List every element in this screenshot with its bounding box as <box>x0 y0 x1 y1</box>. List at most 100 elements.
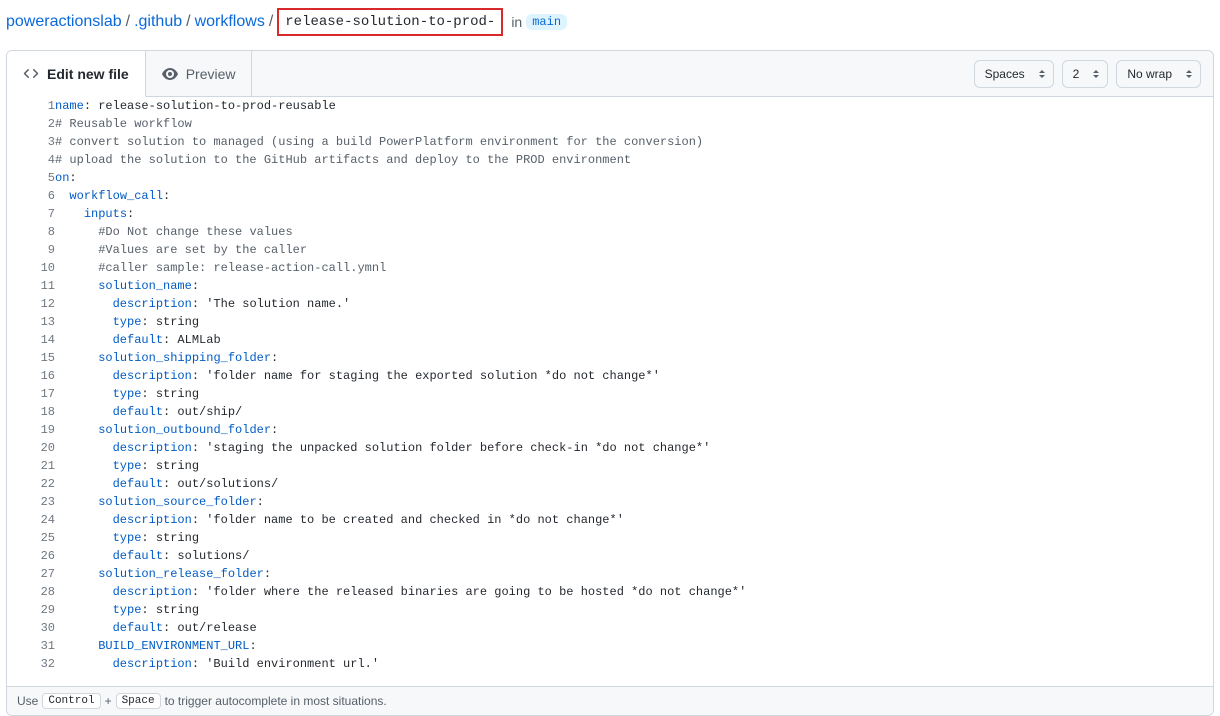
line-content[interactable]: default: out/solutions/ <box>55 475 1213 493</box>
line-content[interactable]: #caller sample: release-action-call.ymnl <box>55 259 1213 277</box>
line-number: 28 <box>7 583 55 601</box>
wrap-mode-select[interactable]: No wrap <box>1116 60 1201 88</box>
code-line: 15 solution_shipping_folder: <box>7 349 1213 367</box>
code-line: 16 description: 'folder name for staging… <box>7 367 1213 385</box>
line-number: 30 <box>7 619 55 637</box>
indent-size-select[interactable]: 2 <box>1062 60 1109 88</box>
code-line: 32 description: 'Build environment url.' <box>7 655 1213 673</box>
line-content[interactable]: # convert solution to managed (using a b… <box>55 133 1213 151</box>
line-content[interactable]: default: out/release <box>55 619 1213 637</box>
line-content[interactable]: solution_source_folder: <box>55 493 1213 511</box>
line-content[interactable]: type: string <box>55 457 1213 475</box>
line-content[interactable]: description: 'folder name for staging th… <box>55 367 1213 385</box>
line-content[interactable]: solution_release_folder: <box>55 565 1213 583</box>
line-number: 22 <box>7 475 55 493</box>
code-line: 21 type: string <box>7 457 1213 475</box>
in-label: in <box>511 14 522 30</box>
breadcrumb-folder2[interactable]: workflows <box>195 13 265 31</box>
line-content[interactable]: workflow_call: <box>55 187 1213 205</box>
filename-input[interactable]: release-solution-to-prod- <box>277 8 503 36</box>
tab-preview[interactable]: Preview <box>146 51 253 97</box>
line-content[interactable]: description: 'Build environment url.' <box>55 655 1213 673</box>
indent-mode-select[interactable]: Spaces <box>974 60 1054 88</box>
line-content[interactable]: description: 'The solution name.' <box>55 295 1213 313</box>
chevron-updown-icon <box>1093 70 1099 78</box>
code-line: 20 description: 'staging the unpacked so… <box>7 439 1213 457</box>
hint-bar: Use Control + Space to trigger autocompl… <box>7 686 1213 715</box>
breadcrumb-folder1[interactable]: .github <box>134 13 182 31</box>
line-number: 10 <box>7 259 55 277</box>
tab-preview-label: Preview <box>186 66 236 82</box>
line-number: 20 <box>7 439 55 457</box>
eye-icon <box>162 66 178 82</box>
line-content[interactable]: description: 'folder name to be created … <box>55 511 1213 529</box>
line-number: 4 <box>7 151 55 169</box>
line-number: 3 <box>7 133 55 151</box>
tab-edit[interactable]: Edit new file <box>7 51 146 97</box>
branch-badge: main <box>526 14 567 30</box>
code-line: 14 default: ALMLab <box>7 331 1213 349</box>
line-content[interactable]: type: string <box>55 385 1213 403</box>
line-number: 2 <box>7 115 55 133</box>
line-content[interactable]: type: string <box>55 529 1213 547</box>
hint-pre: Use <box>17 694 38 708</box>
code-line: 22 default: out/solutions/ <box>7 475 1213 493</box>
code-line: 19 solution_outbound_folder: <box>7 421 1213 439</box>
editor-frame: Edit new file Preview Spaces 2 No wrap 1… <box>6 50 1214 716</box>
line-content[interactable]: on: <box>55 169 1213 187</box>
code-line: 9 #Values are set by the caller <box>7 241 1213 259</box>
line-content[interactable]: name: release-solution-to-prod-reusable <box>55 97 1213 115</box>
code-table: 1name: release-solution-to-prod-reusable… <box>7 97 1213 673</box>
code-line: 10 #caller sample: release-action-call.y… <box>7 259 1213 277</box>
line-content[interactable]: #Do Not change these values <box>55 223 1213 241</box>
breadcrumb-sep: / <box>269 13 273 31</box>
line-content[interactable]: # upload the solution to the GitHub arti… <box>55 151 1213 169</box>
line-number: 18 <box>7 403 55 421</box>
chevron-updown-icon <box>1039 70 1045 78</box>
line-content[interactable]: default: out/ship/ <box>55 403 1213 421</box>
code-line: 3# convert solution to managed (using a … <box>7 133 1213 151</box>
line-number: 21 <box>7 457 55 475</box>
line-number: 17 <box>7 385 55 403</box>
code-line: 27 solution_release_folder: <box>7 565 1213 583</box>
line-content[interactable]: description: 'folder where the released … <box>55 583 1213 601</box>
kbd-control: Control <box>42 693 100 709</box>
breadcrumb-repo[interactable]: poweractionslab <box>6 13 122 31</box>
line-content[interactable]: solution_outbound_folder: <box>55 421 1213 439</box>
code-line: 25 type: string <box>7 529 1213 547</box>
line-number: 32 <box>7 655 55 673</box>
code-line: 18 default: out/ship/ <box>7 403 1213 421</box>
line-number: 31 <box>7 637 55 655</box>
code-line: 5on: <box>7 169 1213 187</box>
line-number: 27 <box>7 565 55 583</box>
line-number: 5 <box>7 169 55 187</box>
code-icon <box>23 66 39 82</box>
line-content[interactable]: # Reusable workflow <box>55 115 1213 133</box>
line-content[interactable]: type: string <box>55 601 1213 619</box>
line-content[interactable]: default: solutions/ <box>55 547 1213 565</box>
code-line: 23 solution_source_folder: <box>7 493 1213 511</box>
line-content[interactable]: solution_name: <box>55 277 1213 295</box>
editor-settings: Spaces 2 No wrap <box>974 60 1213 88</box>
code-line: 29 type: string <box>7 601 1213 619</box>
line-content[interactable]: description: 'staging the unpacked solut… <box>55 439 1213 457</box>
code-line: 7 inputs: <box>7 205 1213 223</box>
line-number: 11 <box>7 277 55 295</box>
line-number: 26 <box>7 547 55 565</box>
kbd-space: Space <box>116 693 161 709</box>
line-content[interactable]: type: string <box>55 313 1213 331</box>
line-content[interactable]: BUILD_ENVIRONMENT_URL: <box>55 637 1213 655</box>
code-line: 11 solution_name: <box>7 277 1213 295</box>
line-content[interactable]: inputs: <box>55 205 1213 223</box>
line-content[interactable]: #Values are set by the caller <box>55 241 1213 259</box>
code-editor[interactable]: 1name: release-solution-to-prod-reusable… <box>7 97 1213 686</box>
code-line: 28 description: 'folder where the releas… <box>7 583 1213 601</box>
line-content[interactable]: solution_shipping_folder: <box>55 349 1213 367</box>
hint-post: to trigger autocomplete in most situatio… <box>165 694 387 708</box>
line-number: 15 <box>7 349 55 367</box>
line-content[interactable]: default: ALMLab <box>55 331 1213 349</box>
code-line: 4# upload the solution to the GitHub art… <box>7 151 1213 169</box>
code-line: 6 workflow_call: <box>7 187 1213 205</box>
line-number: 23 <box>7 493 55 511</box>
code-line: 13 type: string <box>7 313 1213 331</box>
